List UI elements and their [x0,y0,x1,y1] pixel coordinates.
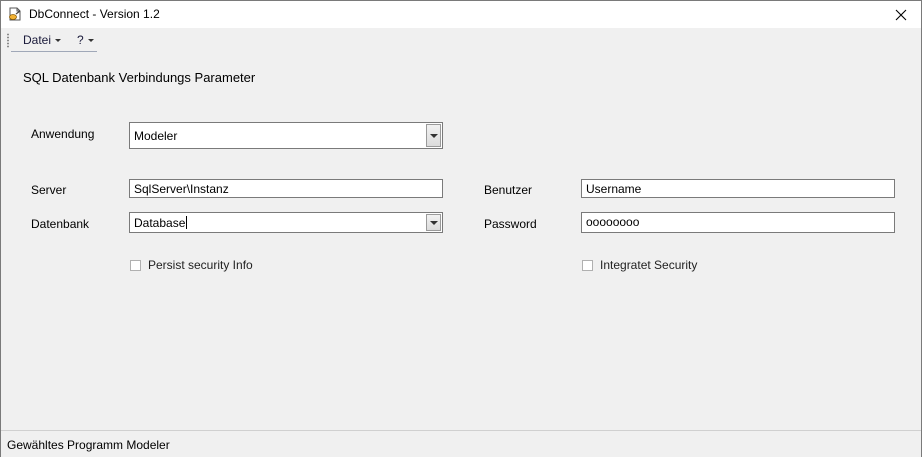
chevron-down-icon [55,38,62,42]
integrated-security-box[interactable] [582,259,593,271]
text-caret [186,215,188,229]
status-bar: Gewähltes Programm Modeler [1,430,921,457]
menu-datei[interactable]: Datei [23,32,62,48]
window-title: DbConnect - Version 1.2 [29,7,160,21]
password-value: oooooooo [586,215,640,229]
chevron-down-icon [429,220,438,225]
menu-bar: Datei ? [1,28,921,52]
anwendung-dropdown-button[interactable] [426,124,441,147]
persist-security-box[interactable] [130,259,141,271]
password-label: Password [484,217,537,231]
anwendung-label: Anwendung [31,127,95,141]
persist-security-checkbox[interactable]: Persist security Info [130,258,253,272]
datenbank-value-wrap: Database [134,215,188,230]
datenbank-dropdown-button[interactable] [426,214,441,231]
close-icon [895,9,907,20]
datenbank-value: Database [134,215,186,230]
anwendung-select[interactable]: Modeler [129,122,443,149]
chevron-down-icon [87,38,94,42]
password-input[interactable]: oooooooo [581,212,895,233]
benutzer-input[interactable]: Username [581,179,895,198]
integrated-security-checkbox[interactable]: Integratet Security [582,258,697,272]
toolbar-grip[interactable] [7,33,9,48]
app-icon [9,7,21,21]
server-input[interactable]: SqlServer\Instanz [129,179,443,198]
persist-security-label: Persist security Info [148,258,253,272]
close-button[interactable] [881,1,921,28]
menu-help[interactable]: ? [77,32,94,48]
menu-underline [11,51,97,52]
datenbank-label: Datenbank [31,217,90,231]
menu-help-label: ? [77,33,84,47]
chevron-down-icon [429,133,438,138]
datenbank-select[interactable]: Database [129,212,443,233]
title-bar[interactable]: DbConnect - Version 1.2 [1,1,921,28]
integrated-security-label: Integratet Security [600,258,698,272]
benutzer-value: Username [586,182,642,196]
benutzer-label: Benutzer [484,183,533,197]
anwendung-value: Modeler [134,128,178,143]
server-label: Server [31,183,67,197]
server-value: SqlServer\Instanz [134,182,229,196]
page-title: SQL Datenbank Verbindungs Parameter [23,70,256,85]
main-window: DbConnect - Version 1.2 Datei ? SQL Date… [0,0,922,457]
menu-datei-label: Datei [23,33,52,47]
status-text: Gewähltes Programm Modeler [7,438,170,452]
